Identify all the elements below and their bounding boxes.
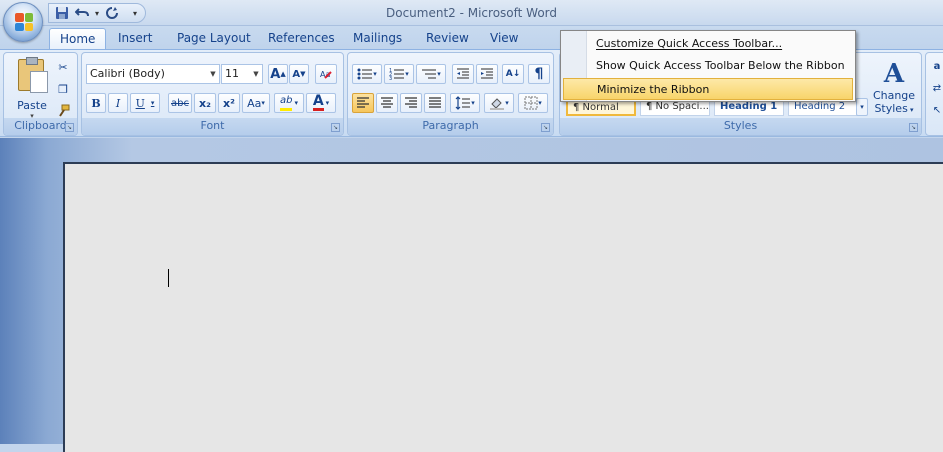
tab-review[interactable]: Review	[416, 28, 479, 50]
font-name-dropdown-icon[interactable]: ▼	[207, 65, 219, 83]
change-styles-icon: A	[883, 59, 905, 89]
customize-qat-icon[interactable]: ▾	[131, 4, 139, 22]
replace-icon[interactable]: ⇄	[929, 78, 943, 98]
font-group: Calibri (Body) ▼ 11 ▼ A ▲ A ▼ Aa B I U ▾ ab…	[81, 52, 344, 136]
font-size-dropdown-icon[interactable]: ▼	[250, 65, 262, 83]
font-launcher-icon[interactable]: ↘	[331, 123, 340, 132]
font-size-value: 11	[225, 67, 239, 80]
quick-access-toolbar: ▾ ▾	[48, 3, 146, 23]
font-name-combo[interactable]: Calibri (Body) ▼	[86, 64, 220, 84]
copy-icon[interactable]: ❐	[54, 79, 72, 99]
styles-more-icon[interactable]: ▾	[856, 98, 868, 116]
grow-font-button[interactable]: A ▲	[268, 64, 288, 84]
highlight-button[interactable]: ab ▾	[274, 93, 304, 113]
undo-dropdown-icon[interactable]: ▾	[93, 4, 101, 22]
clipboard-launcher-icon[interactable]: ↘	[65, 123, 74, 132]
font-group-label: Font	[82, 118, 343, 135]
tab-view[interactable]: View	[480, 28, 528, 50]
underline-button[interactable]: U ▾	[130, 93, 160, 113]
font-name-value: Calibri (Body)	[90, 67, 165, 80]
cut-icon[interactable]: ✂	[54, 57, 72, 77]
font-size-combo[interactable]: 11 ▼	[221, 64, 263, 84]
paragraph-group-label: Paragraph	[348, 118, 553, 135]
styles-group-label: Styles	[560, 118, 921, 135]
office-button[interactable]	[3, 2, 43, 42]
menu-item-minimize-ribbon[interactable]: Minimize the Ribbon	[563, 78, 853, 100]
save-icon[interactable]	[53, 4, 71, 22]
subscript-button[interactable]: x₂	[194, 93, 216, 113]
borders-icon[interactable]: ▾	[518, 93, 548, 113]
numbering-icon[interactable]: 1 2 3 ▾	[384, 64, 414, 84]
increase-indent-icon[interactable]	[476, 64, 498, 84]
tab-home[interactable]: Home	[49, 28, 107, 50]
decrease-indent-icon[interactable]	[452, 64, 474, 84]
change-case-button[interactable]: Aa ▾	[242, 93, 270, 113]
font-color-button[interactable]: A ▾	[306, 93, 336, 113]
select-icon[interactable]: ↖	[929, 100, 943, 120]
highlight-icon: ab	[280, 95, 293, 111]
bold-button[interactable]: B	[86, 93, 106, 113]
change-styles-button[interactable]: A Change Styles ▾	[870, 59, 918, 117]
clipboard-group: Paste ▾ ✂ ❐ Clipboard ↘	[3, 52, 78, 136]
superscript-button[interactable]: x²	[218, 93, 240, 113]
text-cursor	[168, 269, 169, 287]
paragraph-launcher-icon[interactable]: ↘	[541, 123, 550, 132]
tab-references[interactable]: References	[258, 28, 345, 50]
editing-group: a ⇄ ↖	[925, 52, 943, 136]
clear-formatting-icon[interactable]: Aa	[315, 64, 337, 84]
sort-icon[interactable]: A↓	[502, 64, 524, 84]
paragraph-group: ▾ 1 2 3 ▾ ▾ A↓ ¶ ▾ ▾ ▾ Paragraph ↘	[347, 52, 554, 136]
office-logo-icon	[15, 13, 33, 31]
qat-context-menu: Customize Quick Access Toolbar... Show Q…	[560, 30, 856, 102]
italic-button[interactable]: I	[108, 93, 128, 113]
paste-button[interactable]: Paste ▾	[12, 57, 52, 120]
tab-page-layout[interactable]: Page Layout	[167, 28, 261, 50]
menu-item-show-qat-below[interactable]: Show Quick Access Toolbar Below the Ribb…	[563, 55, 853, 77]
strikethrough-button[interactable]: abc	[168, 93, 192, 113]
undo-icon[interactable]	[73, 4, 91, 22]
tab-insert[interactable]: Insert	[108, 28, 162, 50]
tab-mailings[interactable]: Mailings	[343, 28, 412, 50]
align-center-icon[interactable]	[376, 93, 398, 113]
document-page[interactable]	[63, 162, 943, 452]
styles-launcher-icon[interactable]: ↘	[909, 123, 918, 132]
align-left-icon[interactable]	[352, 93, 374, 113]
change-styles-label: Change	[872, 89, 916, 102]
shrink-font-button[interactable]: A ▼	[289, 64, 309, 84]
line-spacing-icon[interactable]: ▾	[450, 93, 480, 113]
show-hide-icon[interactable]: ¶	[528, 64, 550, 84]
find-icon[interactable]: a	[929, 56, 943, 76]
svg-text:3: 3	[389, 76, 392, 81]
font-color-icon: A	[312, 93, 324, 111]
multilevel-list-icon[interactable]: ▾	[416, 64, 446, 84]
bullets-icon[interactable]: ▾	[352, 64, 382, 84]
menu-item-customize-qat[interactable]: Customize Quick Access Toolbar...	[563, 33, 853, 55]
paste-label: Paste	[17, 99, 47, 112]
shading-icon[interactable]: ▾	[484, 93, 514, 113]
justify-icon[interactable]	[424, 93, 446, 113]
redo-icon[interactable]	[103, 4, 121, 22]
align-right-icon[interactable]	[400, 93, 422, 113]
